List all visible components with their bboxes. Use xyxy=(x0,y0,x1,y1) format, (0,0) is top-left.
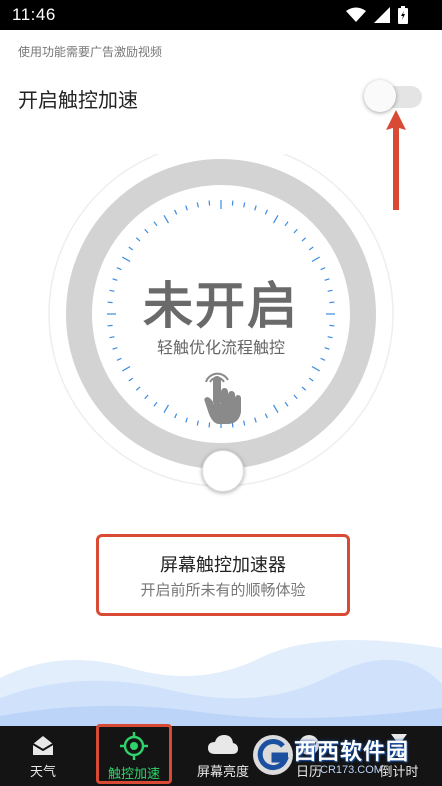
nav-label-weather: 天气 xyxy=(29,765,56,780)
nav-item-weather[interactable]: 天气 xyxy=(10,726,76,786)
site-watermark: 西西软件园 CR173.COM xyxy=(250,730,410,782)
wifi-icon xyxy=(346,7,366,22)
touch-acceleration-row: 开启触控加速 xyxy=(0,76,442,116)
touch-acceleration-label: 开启触控加速 xyxy=(18,88,138,112)
battery-icon xyxy=(398,6,408,24)
dial-tick xyxy=(208,200,211,206)
cloud-icon xyxy=(208,735,238,754)
weather-icon xyxy=(32,736,54,755)
active-tab-annotation xyxy=(96,724,172,784)
watermark-site: CR173.COM xyxy=(320,764,383,776)
acceleration-dial[interactable]: 未开启 轻触优化流程触控 xyxy=(46,154,396,504)
screen-touch-accelerator-card[interactable]: 屏幕触控加速器 开启前所未有的顺畅体验 xyxy=(96,534,350,616)
feature-title: 屏幕触控加速器 xyxy=(160,555,286,576)
status-bar: 11:46 xyxy=(0,0,442,30)
dial-status-text: 未开启 xyxy=(143,277,299,335)
decorative-waves xyxy=(0,640,442,728)
touch-hand-icon xyxy=(204,372,241,424)
watermark-brand: 西西软件园 xyxy=(294,740,410,765)
status-icons xyxy=(346,6,408,24)
status-time: 11:46 xyxy=(12,5,56,24)
dial-subtitle: 轻触优化流程触控 xyxy=(156,338,285,357)
ad-hint-text: 使用功能需要广告激励视频 xyxy=(18,45,163,59)
dial-tick xyxy=(231,200,234,206)
nav-label-screen-brightness: 屏幕亮度 xyxy=(196,765,249,780)
signal-icon xyxy=(374,7,390,23)
dial-handle[interactable] xyxy=(202,450,244,492)
feature-subtitle: 开启前所未有的顺畅体验 xyxy=(140,581,306,599)
watermark-logo-icon xyxy=(253,735,293,775)
nav-item-screen-brightness[interactable]: 屏幕亮度 xyxy=(188,726,258,786)
